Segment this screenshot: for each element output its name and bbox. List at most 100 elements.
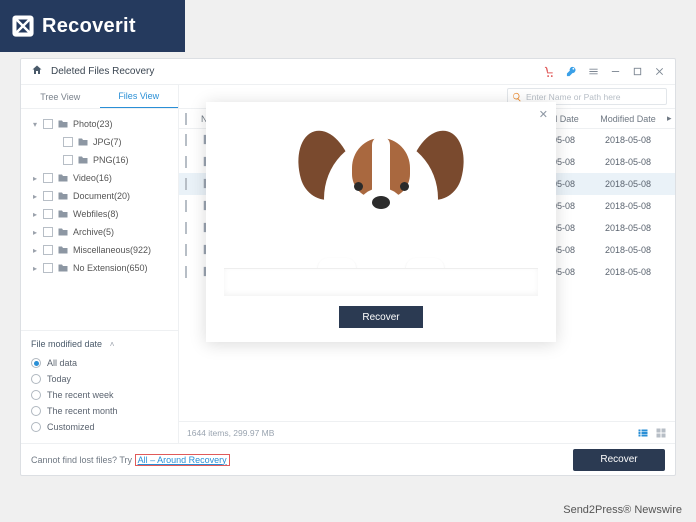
radio-icon[interactable] [31, 422, 41, 432]
tree-label: Photo(23) [73, 119, 113, 129]
tree-item[interactable]: JPG(7) [27, 133, 174, 151]
expand-icon[interactable]: ▸ [31, 246, 39, 255]
radio-icon[interactable] [31, 390, 41, 400]
tree-item[interactable]: ▾ Photo(23) [27, 115, 174, 133]
key-icon[interactable] [565, 66, 577, 78]
cart-icon[interactable] [543, 66, 555, 78]
recoverit-logo-icon [10, 13, 36, 39]
col-modified[interactable]: Modified Date [589, 114, 667, 124]
tree-checkbox[interactable] [43, 227, 53, 237]
close-icon[interactable] [653, 66, 665, 78]
folder-icon [57, 118, 69, 130]
tree-checkbox[interactable] [43, 119, 53, 129]
image-credit: Send2Press® Newswire [563, 504, 682, 516]
tree-item[interactable]: ▸ No Extension(650) [27, 259, 174, 277]
row-checkbox[interactable] [185, 222, 187, 234]
tree-checkbox[interactable] [43, 209, 53, 219]
view-list-icon[interactable] [637, 427, 649, 439]
file-modified: 2018-05-08 [589, 201, 667, 211]
preview-dialog: ✕ Recover [206, 102, 556, 342]
row-checkbox[interactable] [185, 266, 187, 278]
filter-option[interactable]: All data [31, 355, 168, 371]
footer-hint: Cannot find lost files? Try All – Around… [31, 455, 230, 465]
filter-label: Customized [47, 422, 95, 432]
radio-icon[interactable] [31, 358, 41, 368]
tab-tree-view[interactable]: Tree View [21, 85, 100, 108]
tree-item[interactable]: ▸ Archive(5) [27, 223, 174, 241]
file-modified: 2018-05-08 [589, 179, 667, 189]
page-title: Deleted Files Recovery [51, 66, 154, 77]
tree-item[interactable]: ▸ Webfiles(8) [27, 205, 174, 223]
folder-icon [57, 190, 69, 202]
file-modified: 2018-05-08 [589, 223, 667, 233]
menu-icon[interactable] [587, 66, 599, 78]
folder-icon [57, 208, 69, 220]
expand-icon[interactable]: ▸ [31, 174, 39, 183]
tree-item[interactable]: ▸ Video(16) [27, 169, 174, 187]
tree-label: Miscellaneous(922) [73, 245, 151, 255]
tree-item[interactable]: ▸ Miscellaneous(922) [27, 241, 174, 259]
filter-option[interactable]: The recent month [31, 403, 168, 419]
sort-icon[interactable]: ▸ [667, 113, 675, 124]
tree-label: No Extension(650) [73, 263, 148, 273]
file-modified: 2018-05-08 [589, 245, 667, 255]
file-type-tree: ▾ Photo(23) JPG(7) PNG(16) ▸ Video(16) ▸ Docume… [21, 109, 178, 330]
tree-checkbox[interactable] [43, 263, 53, 273]
radio-icon[interactable] [31, 406, 41, 416]
expand-icon[interactable]: ▾ [31, 120, 39, 129]
expand-icon[interactable]: ▸ [31, 192, 39, 201]
recover-button[interactable]: Recover [573, 449, 665, 471]
expand-icon[interactable]: ▸ [31, 264, 39, 273]
all-around-recovery-link[interactable]: All – Around Recovery [135, 454, 230, 466]
filter-option[interactable]: The recent week [31, 387, 168, 403]
filter-label: The recent month [47, 406, 118, 416]
row-checkbox[interactable] [185, 244, 187, 256]
tree-checkbox[interactable] [63, 155, 73, 165]
expand-icon[interactable]: ▸ [31, 228, 39, 237]
file-modified: 2018-05-08 [589, 267, 667, 277]
search-input[interactable] [526, 92, 662, 102]
filter-option[interactable]: Today [31, 371, 168, 387]
tree-item[interactable]: PNG(16) [27, 151, 174, 169]
search-icon [512, 92, 522, 102]
tree-item[interactable]: ▸ Document(20) [27, 187, 174, 205]
tree-label: JPG(7) [93, 137, 122, 147]
minimize-icon[interactable] [609, 66, 621, 78]
folder-icon [57, 262, 69, 274]
radio-icon[interactable] [31, 374, 41, 384]
row-checkbox[interactable] [185, 156, 187, 168]
tree-label: Webfiles(8) [73, 209, 118, 219]
filter-option[interactable]: Customized [31, 419, 168, 435]
preview-recover-button[interactable]: Recover [339, 306, 423, 328]
sidebar: Tree View Files View ▾ Photo(23) JPG(7) PNG… [21, 85, 179, 443]
tree-label: Video(16) [73, 173, 112, 183]
tree-checkbox[interactable] [43, 173, 53, 183]
folder-icon [57, 172, 69, 184]
dog-illustration [306, 126, 456, 286]
filter-label: Today [47, 374, 71, 384]
home-icon[interactable] [31, 64, 43, 79]
row-checkbox[interactable] [185, 200, 187, 212]
footer: Cannot find lost files? Try All – Around… [21, 443, 675, 475]
row-checkbox[interactable] [185, 178, 187, 190]
preview-close-icon[interactable]: ✕ [539, 108, 548, 121]
select-all-checkbox[interactable] [185, 113, 187, 125]
tree-checkbox[interactable] [43, 191, 53, 201]
folder-icon [57, 226, 69, 238]
filter-title: File modified date [31, 339, 102, 349]
tree-label: Archive(5) [73, 227, 114, 237]
file-modified: 2018-05-08 [589, 135, 667, 145]
folder-icon [57, 244, 69, 256]
view-grid-icon[interactable] [655, 427, 667, 439]
tab-files-view[interactable]: Files View [100, 85, 179, 108]
titlebar: Deleted Files Recovery [21, 59, 675, 85]
row-checkbox[interactable] [185, 134, 187, 146]
tree-checkbox[interactable] [43, 245, 53, 255]
status-text: 1644 items, 299.97 MB [187, 428, 274, 438]
tree-label: Document(20) [73, 191, 130, 201]
chevron-up-icon[interactable]: ˄ [108, 340, 116, 349]
tree-checkbox[interactable] [63, 137, 73, 147]
filter-label: All data [47, 358, 77, 368]
expand-icon[interactable]: ▸ [31, 210, 39, 219]
maximize-icon[interactable] [631, 66, 643, 78]
